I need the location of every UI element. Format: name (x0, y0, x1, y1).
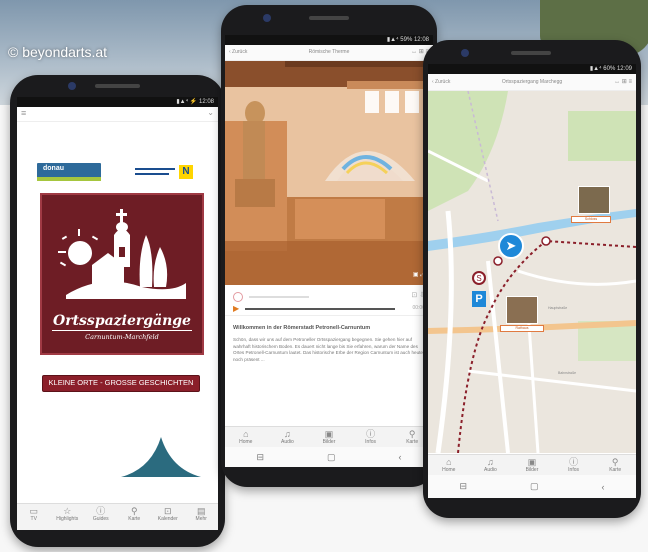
tab-guides[interactable]: ⓘ Guides (84, 504, 118, 530)
camera (263, 14, 271, 22)
logo-donau: donau (37, 163, 101, 181)
tab-info[interactable]: ⓘ Infos (350, 427, 392, 447)
system-nav: ⊟ ▢ ‹ (428, 475, 636, 498)
location-compass-icon[interactable]: ➤ (498, 233, 524, 259)
headphones-icon: ♫ (487, 457, 494, 467)
bottom-nav: ▭ TV ☆ Highlights ⓘ Guides ⚲ Karte ⊡ Kalender… (17, 503, 218, 530)
header-actions-icon[interactable]: ↔ ⊞ ≡ (614, 78, 632, 85)
info-icon: ⓘ (96, 506, 106, 516)
home-button-icon[interactable]: ▢ (327, 452, 336, 463)
bottom-nav: ⌂ Home ♫ Audio ▣ Bilder ⓘ Infos ⚲ Karte (428, 454, 636, 475)
tab-home[interactable]: ⌂ Home (225, 427, 267, 447)
tab-home[interactable]: ⌂ Home (428, 455, 470, 475)
play-icon[interactable]: ▶ (233, 304, 239, 313)
logo-noe-badge: N (179, 165, 193, 179)
decorative-shape (121, 437, 201, 477)
screen-middle: ▮▲⁴ 59% 12:08 ‹ Zurück Römische Therme ↔… (225, 35, 433, 467)
back-icon[interactable]: ‹ (398, 452, 401, 462)
stories-button[interactable]: KLEINE ORTE - GROSSE GESCHICHTEN (42, 375, 200, 392)
image-icon: ▣ (324, 429, 334, 439)
menu-icon[interactable]: ≡ (21, 108, 26, 118)
church-illustration (58, 209, 186, 299)
status-bar: ▮▲⁴ 59% 12:08 (225, 35, 433, 45)
crest-title: Ortsspaziergänge (53, 313, 191, 329)
headphones-icon: ♫ (284, 429, 291, 439)
tab-audio[interactable]: ♫ Audio (470, 455, 512, 475)
info-icon: ⓘ (569, 457, 579, 467)
tab-images[interactable]: ▣ Bilder (511, 455, 553, 475)
tab-more[interactable]: ▤ Mehr (185, 504, 219, 530)
poi-label: Schloss (571, 216, 611, 223)
tab-info[interactable]: ⓘ Infos (553, 455, 595, 475)
tab-map[interactable]: ⚲ Karte (594, 455, 636, 475)
audio-player: ⊡ ⇩ ▶ 00:00 (225, 287, 433, 316)
map-icon: ⚲ (611, 457, 619, 467)
street-label: Hauptstraße (548, 306, 568, 310)
crest-subtitle: Carnuntum-Marchfeld (85, 333, 159, 341)
home-button-icon[interactable]: ▢ (530, 481, 539, 492)
map-view[interactable]: Schloss Rathaus ➤ S P Hauptstraße Bahnst… (428, 91, 636, 453)
phone-left: ▮▲⁴ ⚡ 12:08 ≡ ⌄ donau N Ortsspaziergänge… (10, 75, 225, 547)
app-header: ‹ Zurück Ortsspaziergang Marchegg ↔ ⊞ ≡ (428, 74, 636, 91)
page-title: Römische Therme (308, 49, 350, 55)
screen-left: ▮▲⁴ ⚡ 12:08 ≡ ⌄ donau N Ortsspaziergänge… (17, 97, 218, 530)
app-header: ≡ ⌄ (17, 107, 218, 122)
page-title: Ortsspaziergang Marchegg (501, 79, 563, 85)
pin-icon: ⚲ (130, 506, 138, 516)
back-icon[interactable]: ‹ (601, 482, 604, 492)
start-marker-icon[interactable]: S (472, 271, 486, 285)
camera (461, 49, 469, 57)
screen-right: ▮▲⁴ 60% 12:09 ‹ Zurück Ortsspaziergang M… (428, 64, 636, 498)
street-label: Bahnstraße (558, 371, 577, 375)
status-bar: ▮▲⁴ 60% 12:09 (428, 64, 636, 74)
bottom-nav: ⌂ Home ♫ Audio ▣ Bilder ⓘ Infos ⚲ Karte (225, 426, 433, 447)
hero-photo: ▣ ⤢ (225, 61, 433, 285)
crest-logo: Ortsspaziergänge Carnuntum-Marchfeld (40, 193, 204, 355)
system-nav: ⊟ ▢ ‹ (225, 447, 433, 467)
section-heading: Willkommen in der Römerstadt Petronell-C… (233, 325, 371, 331)
parking-icon: P (472, 291, 486, 307)
speaker (95, 84, 140, 88)
tab-audio[interactable]: ♫ Audio (267, 427, 309, 447)
home-icon: ⌂ (243, 429, 249, 439)
tv-icon: ▭ (29, 506, 38, 516)
audio-icon (233, 292, 243, 302)
recent-apps-icon[interactable]: ⊟ (256, 452, 264, 463)
tab-map[interactable]: ⚲ Karte (118, 504, 152, 530)
logo-text: donau (43, 165, 64, 172)
phone-middle: ▮▲⁴ 59% 12:08 ‹ Zurück Römische Therme ↔… (221, 5, 437, 487)
tab-calendar[interactable]: ⊡ Kalender (151, 504, 185, 530)
image-icon: ▣ (527, 457, 537, 467)
logo-noe: N (135, 165, 193, 179)
star-icon: ☆ (63, 506, 72, 516)
audio-progress[interactable] (245, 308, 395, 310)
phone-right: ▮▲⁴ 60% 12:09 ‹ Zurück Ortsspaziergang M… (423, 40, 641, 518)
info-icon: ⓘ (366, 429, 376, 439)
app-header: ‹ Zurück Römische Therme ↔ ⊞ ≡ (225, 45, 433, 61)
tab-highlights[interactable]: ☆ Highlights (51, 504, 85, 530)
more-icon: ▤ (196, 506, 206, 516)
tab-tv[interactable]: ▭ TV (17, 504, 51, 530)
watermark: © beyondarts.at (8, 44, 108, 60)
recent-apps-icon[interactable]: ⊟ (459, 481, 467, 492)
home-icon: ⌂ (446, 457, 452, 467)
speaker (309, 16, 349, 20)
body-text: Schön, dass wir uns auf dem Petroneller … (233, 337, 423, 362)
status-bar: ▮▲⁴ ⚡ 12:08 (17, 97, 218, 107)
speaker (511, 51, 551, 55)
camera (68, 82, 76, 90)
poi-label: Rathaus (500, 325, 544, 332)
calendar-icon: ⊡ (163, 506, 172, 516)
chevron-down-icon[interactable]: ⌄ (207, 108, 214, 117)
tab-images[interactable]: ▣ Bilder (308, 427, 350, 447)
poi-thumbnail[interactable] (578, 186, 610, 214)
poi-thumbnail[interactable] (506, 296, 538, 324)
